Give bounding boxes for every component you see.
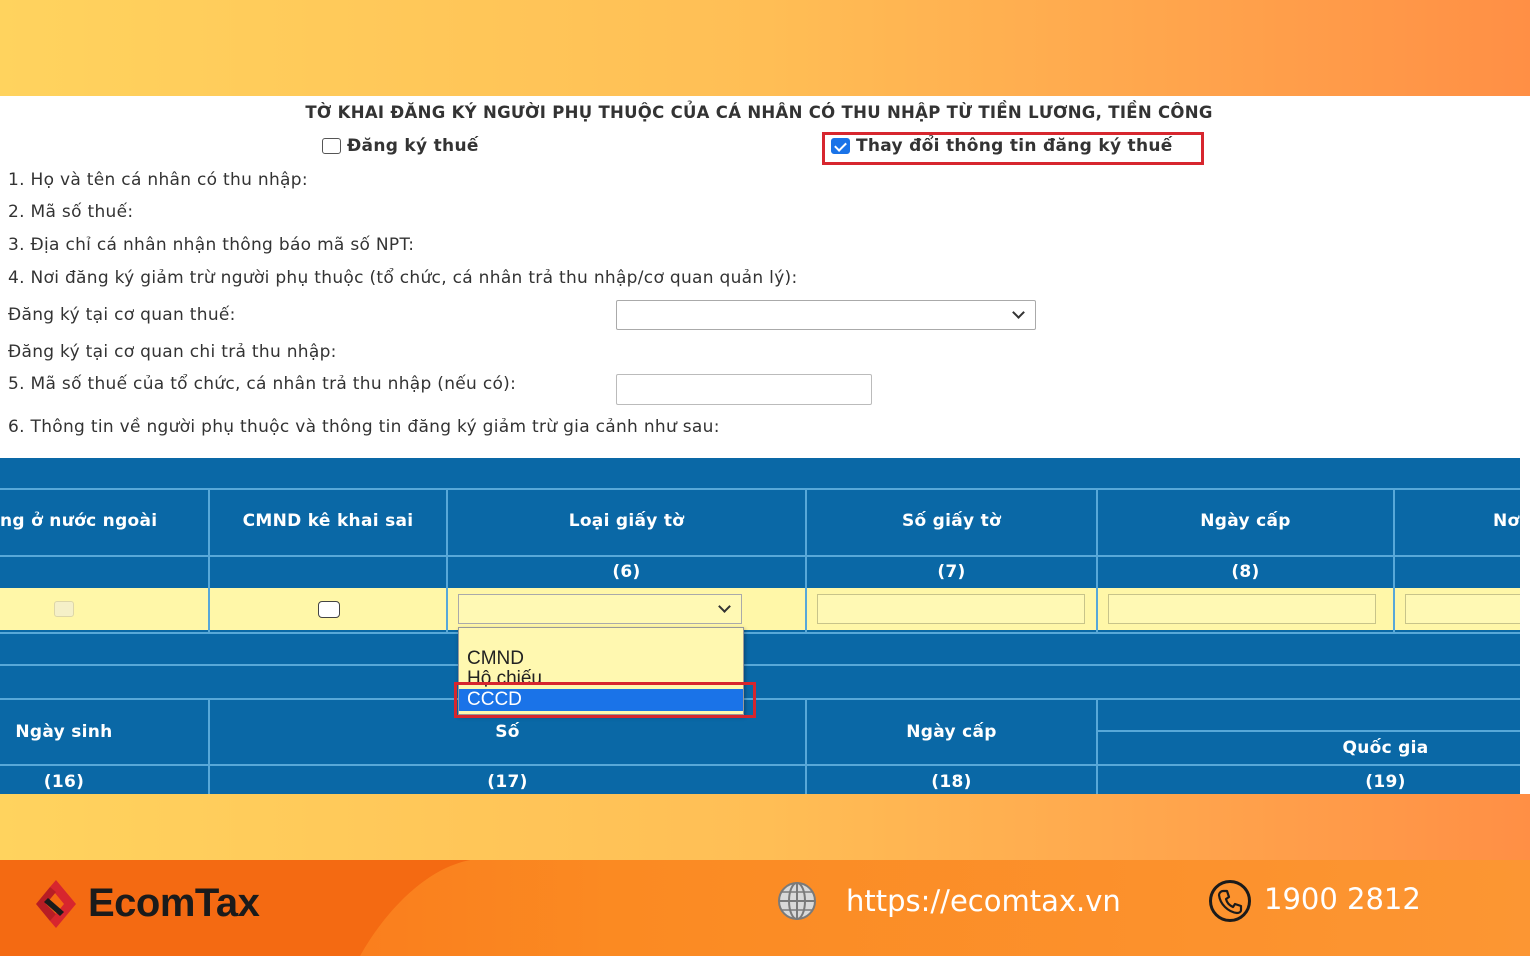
table-cell	[448, 588, 805, 630]
table-divider	[0, 764, 1520, 766]
register-tax-option[interactable]: Đăng ký thuế	[322, 136, 479, 156]
col-number-18: (18)	[931, 772, 972, 792]
globe-icon	[778, 882, 816, 920]
option-cmnd[interactable]: CMND	[467, 648, 524, 670]
header-id-wrong: CMND kê khai sai	[242, 511, 414, 531]
header-country: Quốc gia	[1342, 738, 1429, 758]
col-number-16: (16)	[43, 772, 85, 792]
header-issue-date-2: Ngày cấp	[906, 722, 997, 742]
change-tax-info-checkbox[interactable]	[831, 138, 850, 154]
register-tax-checkbox[interactable]	[322, 138, 341, 154]
abroad-checkbox-disabled	[54, 601, 74, 617]
tax-office-label: Đăng ký tại cơ quan thuế:	[8, 305, 236, 325]
field-3-label: 3. Địa chỉ cá nhân nhận thông báo mã số …	[8, 235, 415, 255]
payer-label: Đăng ký tại cơ quan chi trả thu nhập:	[8, 342, 337, 362]
place-input[interactable]	[1405, 594, 1520, 624]
header-issue-date: Ngày cấp	[1200, 511, 1291, 531]
header-doc-type: Loại giấy tờ	[568, 511, 685, 531]
header-place-partial: Nơ	[1493, 511, 1520, 531]
field-4-label: 4. Nơi đăng ký giảm trừ người phụ thuộc …	[8, 268, 798, 288]
register-tax-label: Đăng ký thuế	[347, 136, 479, 156]
website-link[interactable]: https://ecomtax.vn	[846, 884, 1121, 918]
table-cell	[210, 588, 446, 630]
tax-form-screenshot: TỜ KHAI ĐĂNG KÝ NGƯỜI PHỤ THUỘC CỦA CÁ N…	[0, 96, 1530, 794]
change-tax-info-option[interactable]: Thay đổi thông tin đăng ký thuế	[831, 136, 1173, 156]
col-number-7: (7)	[937, 562, 966, 582]
table-divider	[1097, 730, 1520, 732]
table-divider	[0, 555, 1520, 557]
col-number-19: (19)	[1365, 772, 1406, 792]
header-doc-number: Số giấy tờ	[901, 511, 1002, 531]
field-1-label: 1. Họ và tên cá nhân có thu nhập:	[8, 170, 308, 190]
phone-icon	[1209, 880, 1251, 922]
table-cell	[1395, 588, 1520, 630]
footer-banner: EcomTax https://ecomtax.vn 1900 2812	[0, 860, 1530, 956]
change-tax-info-label: Thay đổi thông tin đăng ký thuế	[856, 136, 1173, 156]
doc-number-input[interactable]	[817, 594, 1085, 624]
header-number: Số	[495, 722, 520, 742]
table-divider	[0, 698, 1520, 700]
brand-name: EcomTax	[88, 881, 260, 925]
chevron-down-icon	[718, 600, 731, 613]
form-title: TỜ KHAI ĐĂNG KÝ NGƯỜI PHỤ THUỘC CỦA CÁ N…	[305, 103, 1213, 122]
header-dob: Ngày sinh	[15, 722, 113, 742]
issue-date-input[interactable]	[1108, 594, 1376, 624]
field-5-label: 5. Mã số thuế của tổ chức, cá nhân trả t…	[8, 374, 517, 394]
ecomtax-logo-icon	[36, 880, 76, 928]
dependents-table: ng ở nước ngoài CMND kê khai sai Loại gi…	[0, 458, 1520, 794]
tax-office-select[interactable]	[616, 300, 1036, 330]
col-number-6: (6)	[612, 562, 641, 582]
table-cell	[1098, 588, 1393, 630]
doc-type-select[interactable]	[458, 594, 742, 624]
header-abroad: ng ở nước ngoài	[0, 511, 158, 531]
table-divider	[0, 488, 1520, 490]
payer-tax-code-input[interactable]	[616, 374, 872, 405]
chevron-down-icon	[1012, 306, 1025, 319]
table-cell	[807, 588, 1096, 630]
phone-number[interactable]: 1900 2812	[1264, 882, 1421, 916]
table-cell	[0, 588, 208, 630]
highlight-frame-cccd	[454, 682, 756, 718]
table-divider	[0, 664, 1520, 666]
field-6-label: 6. Thông tin về người phụ thuộc và thông…	[8, 417, 720, 437]
col-number-8: (8)	[1231, 562, 1260, 582]
field-2-label: 2. Mã số thuế:	[8, 202, 134, 222]
table-divider	[0, 632, 1520, 634]
col-number-17: (17)	[487, 772, 528, 792]
id-wrong-checkbox[interactable]	[318, 601, 340, 618]
